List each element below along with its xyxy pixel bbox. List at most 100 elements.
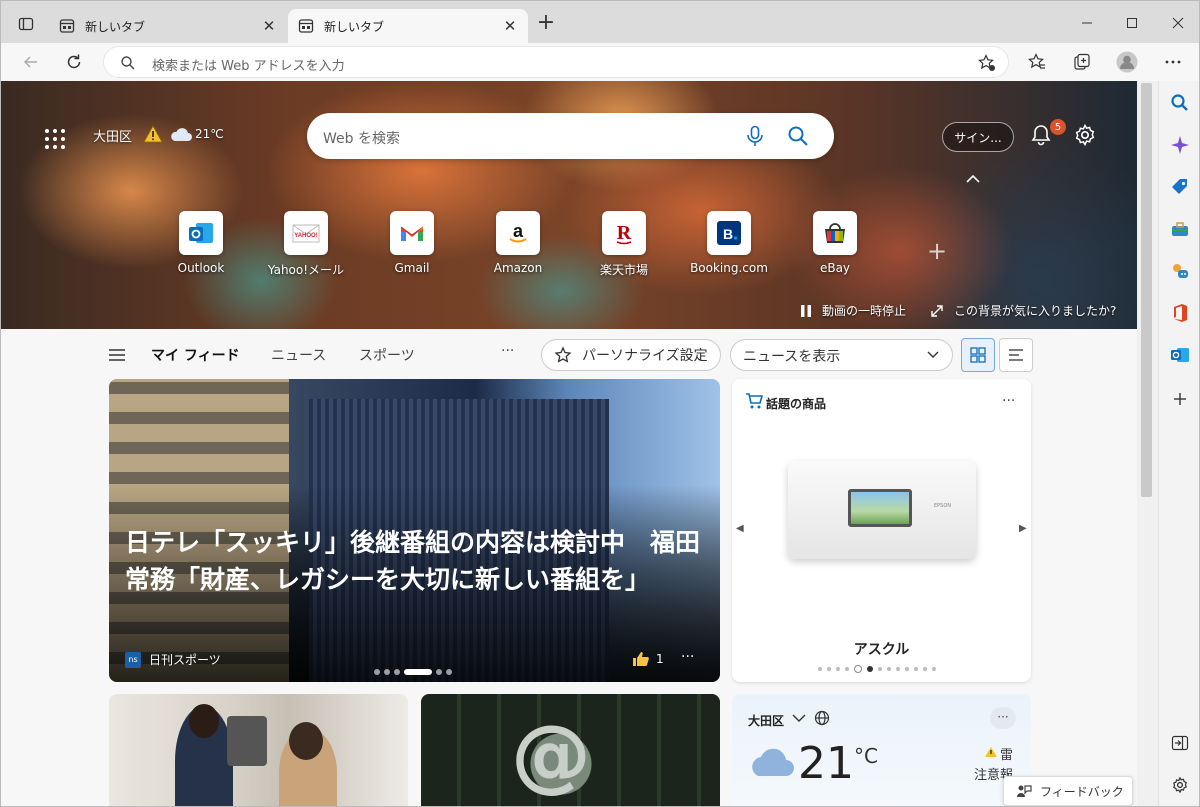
card-more-button[interactable]: ··· (990, 707, 1016, 729)
add-shortcut-button[interactable]: + (927, 237, 947, 265)
feedback-label: フィードバック (1040, 784, 1124, 799)
collapse-chevron-icon[interactable] (963, 173, 983, 185)
app-launcher-icon[interactable] (41, 125, 69, 153)
favorites-button[interactable] (1024, 49, 1050, 75)
weather-card-location[interactable]: 大田区 (748, 712, 784, 729)
next-arrow-icon[interactable]: ▶ (1019, 523, 1027, 534)
background-hero: 大田区 21℃ Web を検索 サイン... 5 Outlook YAHOO! … (1, 81, 1137, 329)
close-tab-icon[interactable]: ✕ (502, 17, 518, 35)
close-icon (1172, 17, 1184, 29)
globe-icon[interactable] (814, 710, 830, 726)
sidebar-copilot-button[interactable] (1168, 133, 1192, 157)
profile-button[interactable] (1114, 49, 1140, 75)
quicklink-label: eBay (819, 261, 851, 275)
like-background-button[interactable]: この背景が気に入りましたか? (930, 302, 1116, 319)
add-favorite-icon[interactable] (978, 54, 996, 72)
tab-my-feed[interactable]: マイ フィード (151, 345, 240, 365)
sidebar-search-button[interactable] (1168, 91, 1192, 115)
quicklink-rakuten[interactable]: R 楽天市場 (574, 211, 674, 278)
cloud-icon[interactable] (169, 125, 193, 143)
back-button[interactable] (18, 49, 44, 75)
minimize-button[interactable] (1073, 9, 1101, 37)
product-carousel-indicator[interactable] (818, 665, 936, 673)
printer-product-image[interactable]: EPSON (788, 461, 976, 559)
collections-button[interactable] (1069, 49, 1095, 75)
more-tabs-button[interactable]: ··· (501, 343, 514, 359)
tab-news[interactable]: ニュース (271, 345, 326, 365)
personalize-label: パーソナライズ設定 (582, 348, 708, 364)
sidebar-shopping-button[interactable] (1168, 175, 1192, 199)
tab-actions-icon (18, 17, 34, 31)
refresh-button[interactable] (61, 49, 87, 75)
headline-title[interactable]: 日テレ「スッキリ」後継番組の内容は検討中 福田常務「財産、レガシーを大切に新しい… (125, 524, 705, 598)
hamburger-menu-icon[interactable] (108, 348, 126, 362)
sidebar-office-button[interactable] (1168, 301, 1192, 325)
maximize-button[interactable] (1118, 9, 1146, 37)
weather-location[interactable]: 大田区 (93, 126, 132, 145)
quicklink-ebay[interactable]: eBay (785, 211, 885, 275)
newtab-page-icon (59, 19, 75, 33)
grid-view-icon (970, 347, 986, 363)
signin-button[interactable]: サイン... (942, 122, 1014, 152)
quicklink-amazon[interactable]: a Amazon (468, 211, 568, 275)
quicklink-gmail[interactable]: Gmail (362, 211, 462, 275)
address-bar[interactable]: 検索または Web アドレスを入力 (103, 46, 1009, 78)
close-tab-icon[interactable]: ✕ (261, 17, 277, 35)
page-scrollbar[interactable] (1137, 81, 1158, 806)
pause-video-button[interactable]: 動画の一時停止 (800, 302, 906, 319)
warning-icon (985, 747, 997, 757)
quicklink-booking[interactable]: B Booking.com (679, 211, 779, 275)
personalize-button[interactable]: パーソナライズ設定 (541, 339, 721, 371)
feedback-person-icon (1017, 785, 1032, 797)
quicklink-yahoo-mail[interactable]: YAHOO! Yahoo!メール (256, 211, 356, 278)
list-view-button[interactable] (999, 338, 1033, 372)
more-horizontal-icon (1165, 60, 1181, 64)
gear-icon[interactable] (1073, 123, 1097, 147)
toolbar: 検索または Web アドレスを入力 (1, 43, 1199, 81)
previous-arrow-icon[interactable]: ◀ (736, 523, 744, 534)
new-tab-button[interactable]: + (535, 12, 557, 35)
scrollbar-thumb[interactable] (1141, 83, 1152, 497)
grid-view-button[interactable] (961, 338, 995, 372)
news-card-keyboard[interactable]: @ (421, 694, 720, 806)
notification-badge: 5 (1050, 119, 1066, 135)
feedback-button[interactable]: フィードバック (1003, 776, 1133, 806)
news-card-photo-people[interactable] (109, 694, 408, 806)
chevron-down-icon[interactable] (790, 711, 808, 725)
warning-icon[interactable] (143, 125, 163, 143)
quicklink-outlook[interactable]: Outlook (151, 211, 251, 275)
tab-sports[interactable]: スポーツ (359, 345, 415, 365)
weather-alert-type[interactable]: 雷 (1000, 744, 1013, 763)
carousel-indicator[interactable] (374, 669, 452, 675)
news-display-dropdown[interactable]: ニュースを表示 (730, 339, 953, 371)
product-card[interactable]: 話題の商品 ··· ◀ ▶ EPSON アスクル (732, 379, 1031, 682)
search-icon[interactable] (787, 125, 809, 147)
tab-2-active[interactable]: 新しいタブ ✕ (288, 9, 528, 43)
weather-unit-toggle[interactable]: °C (854, 744, 878, 768)
sidebar-games-button[interactable] (1168, 259, 1192, 283)
weather-card[interactable]: 大田区 ··· 21 °C 雷 注意報 (732, 694, 1031, 806)
sidebar-outlook-button[interactable] (1168, 343, 1192, 367)
microphone-icon[interactable] (745, 125, 765, 147)
sidebar-hide-button[interactable] (1168, 731, 1192, 755)
games-icon (1173, 264, 1188, 278)
product-name[interactable]: アスクル (732, 639, 1031, 659)
tab-1[interactable]: 新しいタブ ✕ (49, 9, 287, 43)
card-more-button[interactable]: ··· (681, 649, 694, 665)
sidebar-settings-button[interactable] (1168, 773, 1192, 797)
close-window-button[interactable] (1164, 9, 1192, 37)
like-button[interactable]: 1 (632, 651, 664, 667)
headline-source[interactable]: ns 日刊スポーツ (125, 651, 221, 668)
like-count: 1 (656, 652, 664, 666)
at-sign-key: @ (511, 708, 591, 801)
sidebar-add-button[interactable] (1168, 387, 1192, 411)
weather-temperature[interactable]: 21℃ (195, 127, 224, 141)
tab-actions-button[interactable] (13, 11, 39, 37)
web-search-box[interactable]: Web を検索 (307, 113, 834, 159)
settings-more-button[interactable] (1160, 49, 1186, 75)
yahoo-mail-icon: YAHOO! (284, 211, 328, 255)
sidebar-tools-button[interactable] (1168, 217, 1192, 241)
headline-card[interactable]: 日テレ「スッキリ」後継番組の内容は検討中 福田常務「財産、レガシーを大切に新しい… (109, 379, 720, 682)
favorites-icon (1028, 53, 1045, 69)
card-more-button[interactable]: ··· (1002, 393, 1015, 409)
